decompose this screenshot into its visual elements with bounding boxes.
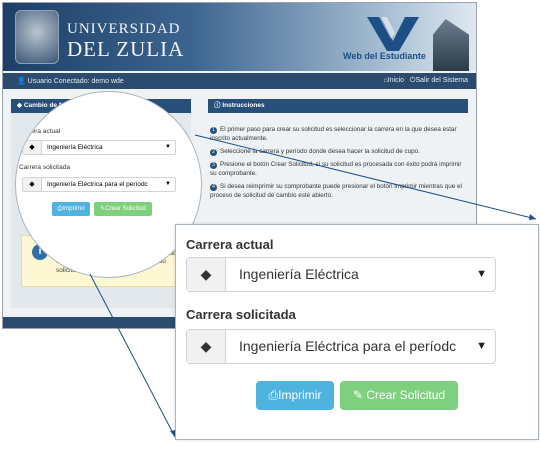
current-career-label: Carrera actual [186,237,274,252]
requested-career-value: Ingeniería Eléctrica para el períodc [239,338,457,354]
requested-career-select[interactable]: ◆ Ingeniería Eléctrica para el períodc ▼ [186,329,496,364]
requested-career-label: Carrera solicitada [186,307,296,322]
tag-icon: ◆ [187,258,226,291]
caret-down-icon: ▼ [476,340,487,352]
create-request-button[interactable]: ✎ Crear Solicitud [340,381,458,410]
print-icon: ⎙ [268,388,279,402]
current-career-value: Ingeniería Eléctrica [239,266,359,282]
pencil-icon: ✎ [352,388,363,402]
current-career-select[interactable]: ◆ Ingeniería Eléctrica ▼ [186,257,496,292]
print-button[interactable]: ⎙Imprimir [256,381,334,410]
zoomed-form-panel: Carrera actual ◆ Ingeniería Eléctrica ▼ … [175,224,539,440]
tag-icon: ◆ [187,330,226,363]
caret-down-icon: ▼ [476,268,487,280]
